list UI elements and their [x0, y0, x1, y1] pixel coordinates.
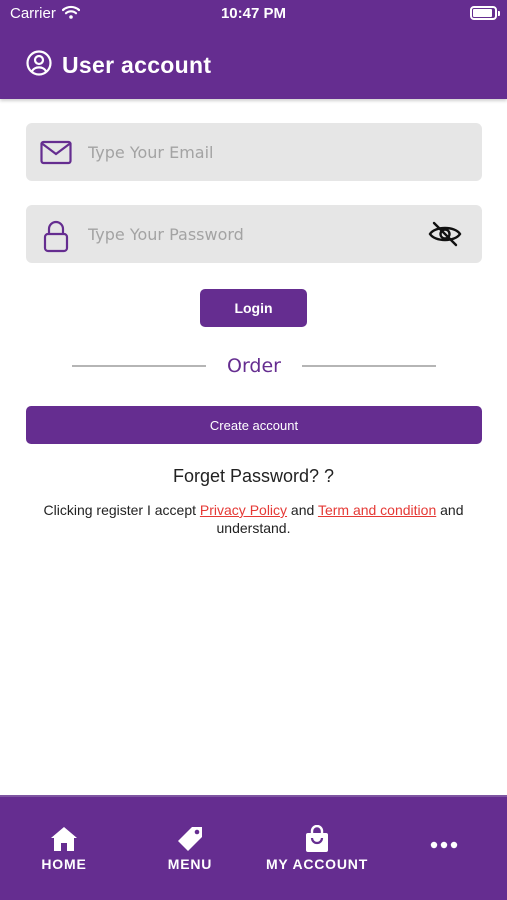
tab-menu[interactable]: MENU [152, 825, 228, 875]
status-time: 10:47 PM [220, 5, 287, 22]
tab-home-label: HOME [41, 856, 87, 872]
terms-text: Clicking register I accept Privacy Polic… [28, 501, 479, 537]
divider-line-right [302, 365, 436, 367]
terms-link[interactable]: Term and condition [318, 502, 436, 518]
more-icon [429, 837, 459, 855]
tab-home[interactable]: HOME [27, 825, 101, 875]
envelope-icon [40, 137, 72, 169]
email-input[interactable] [88, 123, 418, 181]
battery-icon [470, 6, 500, 20]
home-icon [49, 825, 79, 853]
page-header: User account [26, 49, 212, 81]
tab-my-account[interactable]: MY ACCOUNT [264, 824, 370, 875]
tab-menu-label: MENU [167, 856, 213, 872]
battery-level [473, 9, 493, 17]
page-title: User account [62, 51, 212, 78]
top-bar: Carrier 10:47 PM User account [0, 0, 507, 99]
divider-label: Order [227, 355, 281, 377]
forget-password-link[interactable]: Forget Password? ? [0, 466, 507, 487]
tab-my-account-label: MY ACCOUNT [265, 856, 369, 872]
terms-prefix: Clicking register I accept [43, 502, 200, 518]
password-input[interactable] [88, 205, 418, 263]
user-circle-icon [26, 49, 52, 81]
privacy-policy-link[interactable]: Privacy Policy [200, 502, 287, 518]
shopping-bag-icon [302, 824, 332, 853]
tab-more[interactable] [414, 837, 474, 887]
tab-bar: HOME MENU MY ACCOUNT [0, 795, 507, 900]
status-bar: Carrier 10:47 PM [0, 0, 507, 28]
password-field[interactable] [26, 205, 482, 263]
divider-line-left [72, 365, 206, 367]
tag-icon [175, 825, 205, 853]
terms-and: and [287, 502, 318, 518]
lock-icon [40, 219, 72, 253]
login-button[interactable]: Login [200, 289, 307, 327]
email-field[interactable] [26, 123, 482, 181]
create-account-button[interactable]: Create account [26, 406, 482, 444]
eye-off-icon[interactable] [428, 219, 462, 249]
